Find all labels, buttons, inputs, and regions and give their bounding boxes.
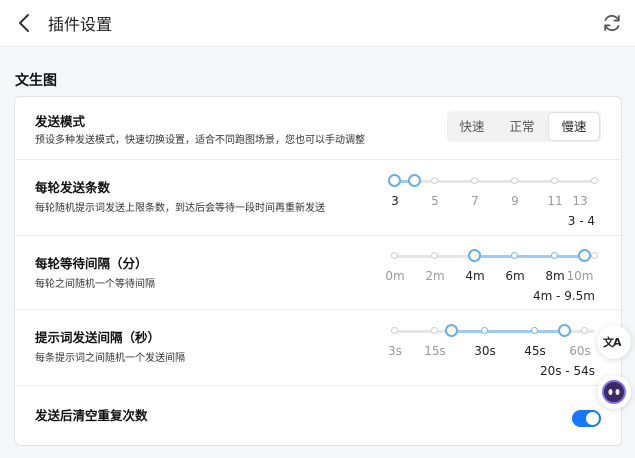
send-mode-selector: 快速 正常 慢速 — [447, 111, 601, 142]
translate-icon-text: 文A — [603, 336, 621, 349]
prompt-interval-row: 提示词发送间隔（秒） 每条提示词之间随机一个发送间隔 3s 15s 30s 45s 60… — [15, 309, 621, 385]
slider-mark-dot — [551, 252, 558, 259]
back-arrow-icon[interactable] — [17, 12, 33, 34]
send-mode-desc: 预设多种发送模式，快速切换设置，适合不同跑图场景，您也可以手动调整 — [35, 135, 365, 146]
slider-handle-high[interactable] — [558, 324, 571, 337]
assistant-bot-icon — [602, 380, 626, 404]
slider-handle-high[interactable] — [578, 249, 591, 262]
translate-button[interactable]: 文A — [597, 325, 631, 359]
slider-tick-label: 30s — [474, 344, 496, 358]
mode-option-normal[interactable]: 正常 — [497, 113, 547, 140]
send-count-desc: 每轮随机提示词发送上限条数，到达后会等待一段时间再重新发送 — [35, 203, 325, 214]
send-count-slider[interactable]: 3 5 7 9 11 13 3 - 4 — [388, 171, 598, 241]
slider-tick-label: 11 — [547, 194, 563, 208]
wait-interval-slider[interactable]: 0m 2m 4m 6m 8m 10m 4m - 9.5m — [385, 246, 598, 316]
wait-interval-desc: 每轮之间随机一个等待间隔 — [35, 279, 155, 290]
slider-range-value: 20s - 54s — [539, 364, 595, 378]
slider-mark-dot — [551, 177, 558, 184]
slider-tick-label: 60s — [569, 344, 591, 358]
slider-handle-low[interactable] — [468, 249, 481, 262]
slider-handle-low[interactable] — [444, 324, 458, 337]
refresh-icon[interactable] — [601, 12, 623, 34]
slider-tick-label: 3 — [391, 194, 399, 208]
slider-tick-label: 15s — [424, 344, 446, 358]
prompt-interval-slider[interactable]: 3s 15s 30s 45s 60s 20s - 54s — [388, 321, 595, 391]
slider-mark-dot — [471, 177, 478, 184]
slider-tick-label: 5 — [431, 194, 439, 208]
slider-mark-dot — [391, 252, 398, 259]
slider-mark-dot — [511, 252, 518, 259]
slider-handle-high[interactable] — [408, 174, 421, 187]
slider-range-fill — [451, 330, 565, 333]
slider-mark-dot — [431, 177, 438, 184]
wait-interval-row: 每轮等待间隔（分） 每轮之间随机一个等待间隔 0m 2m 4m 6m 8m 10m 4m -… — [15, 235, 621, 309]
slider-mark-dot — [481, 327, 488, 334]
translate-icon: 文A — [597, 325, 631, 359]
assistant-button[interactable] — [597, 375, 631, 409]
clear-repeat-title: 发送后清空重复次数 — [35, 408, 148, 423]
slider-mark-dot — [591, 177, 598, 184]
slider-range-value: 4m - 9.5m — [532, 289, 595, 303]
slider-range-value: 3 - 4 — [567, 214, 595, 228]
slider-tick-label: 45s — [524, 344, 546, 358]
slider-tick-label: 6m — [505, 269, 525, 283]
prompt-interval-title: 提示词发送间隔（秒） — [35, 330, 161, 345]
slider-mark-dot — [591, 252, 598, 259]
page-title: 插件设置 — [48, 15, 113, 34]
send-mode-title: 发送模式 — [35, 114, 86, 129]
slider-handle-low[interactable] — [388, 174, 401, 187]
send-mode-row: 发送模式 预设多种发送模式，快速切换设置，适合不同跑图场景，您也可以手动调整 快… — [15, 97, 621, 158]
slider-track — [395, 180, 595, 183]
slider-tick-label: 4m — [465, 269, 485, 283]
settings-card: 发送模式 预设多种发送模式，快速切换设置，适合不同跑图场景，您也可以手动调整 快… — [14, 96, 622, 446]
slider-tick-label: 7 — [471, 194, 479, 208]
slider-mark-dot — [431, 252, 438, 259]
slider-tick-label: 8m — [545, 269, 565, 283]
slider-mark-dot — [531, 327, 538, 334]
slider-mark-dot — [511, 177, 518, 184]
slider-mark-dot — [391, 327, 398, 334]
slider-tick-label: 10m — [566, 269, 594, 283]
slider-tick-label: 9 — [511, 194, 519, 208]
mode-option-slow[interactable]: 慢速 — [549, 113, 599, 140]
send-count-title: 每轮发送条数 — [35, 180, 111, 195]
prompt-interval-desc: 每条提示词之间随机一个发送间隔 — [35, 353, 185, 364]
section-title: 文生图 — [15, 73, 57, 89]
send-count-row: 每轮发送条数 每轮随机提示词发送上限条数，到达后会等待一段时间再重新发送 3 5 7… — [15, 159, 621, 235]
slider-tick-label: 0m — [385, 269, 405, 283]
app-header: 插件设置 — [0, 0, 635, 47]
slider-mark-dot — [581, 327, 588, 334]
slider-tick-label: 13 — [572, 194, 588, 208]
slider-tick-label: 2m — [425, 269, 445, 283]
slider-range-fill — [475, 255, 585, 258]
slider-tick-label: 3s — [388, 344, 402, 358]
clear-repeat-toggle[interactable] — [572, 410, 601, 427]
clear-repeat-row: 发送后清空重复次数 — [15, 385, 621, 446]
mode-option-fast[interactable]: 快速 — [447, 113, 497, 140]
toggle-knob — [586, 412, 599, 425]
wait-interval-title: 每轮等待间隔（分） — [35, 256, 148, 271]
slider-mark-dot — [431, 327, 438, 334]
